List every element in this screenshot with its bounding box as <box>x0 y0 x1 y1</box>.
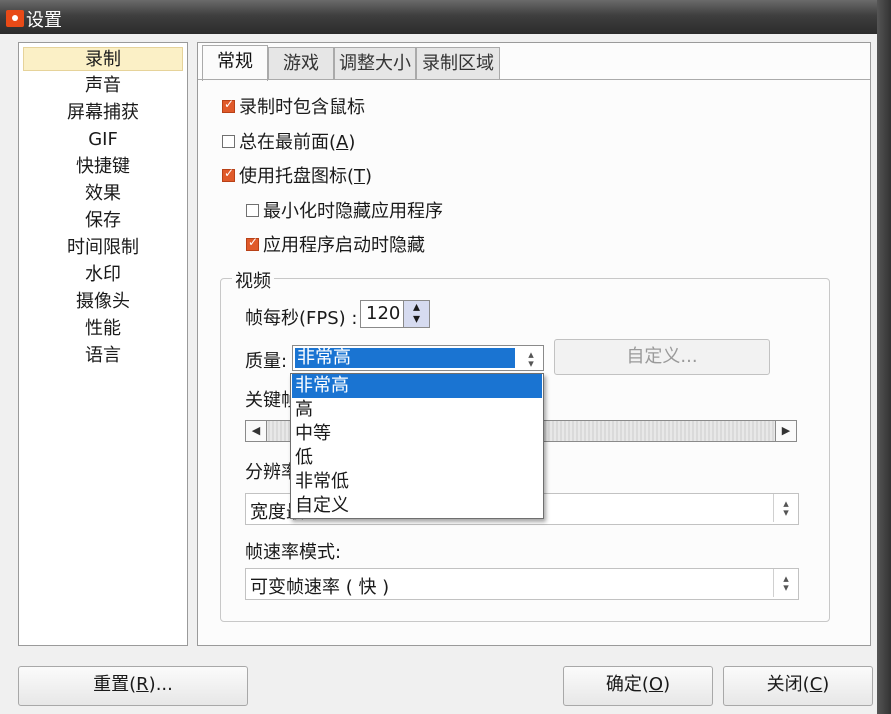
quality-option-high[interactable]: 高 <box>292 398 542 422</box>
settings-panel: 常规 游戏 调整大小 录制区域 录制时包含鼠标 总在最前面(A) 使用托盘图标(… <box>197 42 871 646</box>
window-edge <box>877 0 891 714</box>
sidebar-item-save[interactable]: 保存 <box>23 209 183 233</box>
fps-label: 帧每秒(FPS) : <box>245 308 358 329</box>
sidebar-item-gif[interactable]: GIF <box>23 128 183 152</box>
tab-record-area[interactable]: 录制区域 <box>416 47 500 80</box>
sidebar-item-hotkeys[interactable]: 快捷键 <box>23 155 183 179</box>
video-group-title: 视频 <box>232 267 274 293</box>
title-bar[interactable] <box>0 0 891 34</box>
resolution-arrow: ▴ ▾ <box>773 494 798 522</box>
quality-select[interactable]: 非常高 ▴ ▾ <box>292 345 544 371</box>
quality-dropdown-list: 非常高 高 中等 低 非常低 自定义 <box>290 373 544 519</box>
checkbox-checked-icon <box>222 166 235 182</box>
sidebar-item-webcam[interactable]: 摄像头 <box>23 290 183 314</box>
always-on-top-label: 总在最前面(A) <box>239 132 356 153</box>
quality-option-medium[interactable]: 中等 <box>292 422 542 446</box>
sidebar-item-audio[interactable]: 声音 <box>23 74 183 98</box>
tab-game[interactable]: 游戏 <box>268 47 334 80</box>
spin-arrows-icon[interactable]: ▴ ▾ <box>403 300 429 327</box>
checkbox-checked-icon <box>222 97 235 113</box>
tab-divider <box>198 79 870 80</box>
chevron-updown-icon: ▴ ▾ <box>528 348 534 370</box>
close-button[interactable]: 关闭(C) <box>723 666 873 706</box>
fps-stepper[interactable]: 120 ▴ ▾ <box>360 300 430 328</box>
quality-value: 非常高 <box>295 348 515 368</box>
chevron-updown-icon: ▴ ▾ <box>783 572 789 594</box>
frame-rate-mode-select[interactable]: 可变帧速率 ( 快 ) ▴ ▾ <box>245 568 799 600</box>
window-title: 设置 <box>26 10 62 31</box>
checkbox-unchecked-icon <box>246 203 259 217</box>
hide-on-minimize-label: 最小化时隐藏应用程序 <box>263 201 443 222</box>
sidebar-item-watermark[interactable]: 水印 <box>23 263 183 287</box>
always-on-top-checkbox[interactable]: 总在最前面(A) <box>222 129 355 153</box>
hide-on-minimize-checkbox[interactable]: 最小化时隐藏应用程序 <box>246 198 443 222</box>
quality-option-very-high[interactable]: 非常高 <box>292 374 542 398</box>
sidebar: 录制 声音 屏幕捕获 GIF 快捷键 效果 保存 时间限制 水印 摄像头 性能 … <box>18 42 188 646</box>
quality-option-custom[interactable]: 自定义 <box>292 494 542 518</box>
include-cursor-checkbox[interactable]: 录制时包含鼠标 <box>222 94 365 118</box>
custom-quality-button[interactable]: 自定义... <box>554 339 770 375</box>
include-cursor-label: 录制时包含鼠标 <box>239 97 365 118</box>
sidebar-item-record[interactable]: 录制 <box>23 47 183 71</box>
chevron-updown-icon: ▴ ▾ <box>783 497 789 519</box>
sidebar-item-time-limit[interactable]: 时间限制 <box>23 236 183 260</box>
checkbox-unchecked-icon <box>222 134 235 148</box>
tab-resize[interactable]: 调整大小 <box>334 47 416 80</box>
hide-on-start-label: 应用程序启动时隐藏 <box>263 235 425 256</box>
frame-rate-mode-label: 帧速率模式: <box>245 542 342 563</box>
sidebar-item-performance[interactable]: 性能 <box>23 317 183 341</box>
sidebar-item-language[interactable]: 语言 <box>23 344 183 368</box>
checkbox-checked-icon <box>246 235 259 251</box>
frame-rate-mode-arrow: ▴ ▾ <box>773 569 798 597</box>
slider-left-arrow-icon[interactable]: ◀ <box>246 421 267 441</box>
slider-right-arrow-icon[interactable]: ▶ <box>775 421 796 441</box>
app-icon <box>6 10 24 27</box>
tab-general[interactable]: 常规 <box>202 45 268 81</box>
quality-option-very-low[interactable]: 非常低 <box>292 470 542 494</box>
fps-value: 120 <box>366 303 401 324</box>
quality-option-low[interactable]: 低 <box>292 446 542 470</box>
quality-label: 质量: <box>245 351 288 372</box>
sidebar-item-effects[interactable]: 效果 <box>23 182 183 206</box>
sidebar-item-screen-capture[interactable]: 屏幕捕获 <box>23 101 183 125</box>
ok-button[interactable]: 确定(O) <box>563 666 713 706</box>
hide-on-start-checkbox[interactable]: 应用程序启动时隐藏 <box>246 232 425 256</box>
tray-icon-label: 使用托盘图标(T) <box>239 166 373 187</box>
reset-button[interactable]: 重置(R)... <box>18 666 248 706</box>
tray-icon-checkbox[interactable]: 使用托盘图标(T) <box>222 163 372 187</box>
frame-rate-mode-value: 可变帧速率 ( 快 ) <box>250 577 390 598</box>
